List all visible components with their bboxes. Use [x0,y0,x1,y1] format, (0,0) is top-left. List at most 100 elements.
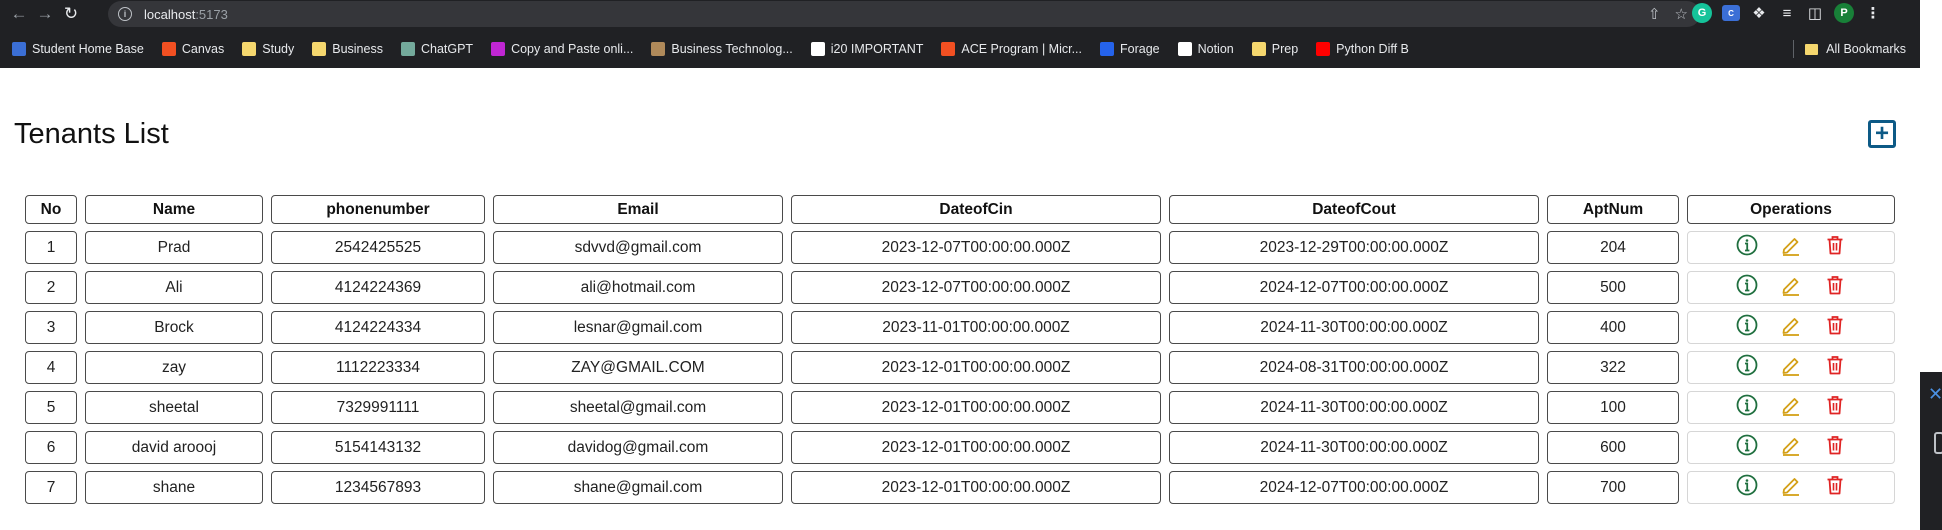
all-bookmarks-label: All Bookmarks [1826,42,1906,56]
bookmark-label: Study [262,42,295,56]
bookmark-item[interactable]: Business Technolog... [651,42,793,56]
info-button[interactable] [1736,274,1758,299]
edit-button[interactable] [1780,437,1802,459]
bookmark-item[interactable]: ChatGPT [400,42,473,56]
bookmarks-bar: Student Home Base Canvas Study Business Chat… [0,38,1920,60]
table-cell: 4124224334 [271,311,485,344]
table-cell: 4124224369 [271,271,485,304]
extensions-puzzle-icon[interactable]: ❖ [1750,3,1768,23]
side-panel-icon[interactable]: ◫ [1806,3,1824,23]
bookmark-label: ACE Program | Micr... [961,42,1082,56]
bookmark-icon [1177,42,1192,56]
table-row: 7 shane 1234567893 shane@gmail.com 2023-12-0… [25,471,1895,504]
delete-button[interactable] [1824,354,1846,381]
info-button[interactable] [1736,394,1758,419]
plus-square-icon: + [1874,120,1889,147]
profile-avatar[interactable]: P [1834,3,1854,23]
browser-menu-icon[interactable]: ⋮ [1864,3,1882,23]
table-cell: 322 [1547,351,1679,384]
bookmark-label: Business [332,42,383,56]
info-button[interactable] [1736,434,1758,459]
table-cell: 7 [25,471,77,504]
bookmark-item[interactable]: Notion [1177,42,1234,56]
table-cell: sheetal@gmail.com [493,391,783,424]
table-cell: 100 [1547,391,1679,424]
bookmark-icon [941,42,956,56]
media-control-icon[interactable]: ≡ [1778,3,1796,23]
address-bar[interactable]: i localhost:5173 ⇧ ☆ [108,1,1700,27]
trash-icon [1824,354,1846,381]
reload-icon[interactable]: ↻ [58,0,84,28]
tenants-table: No Name phonenumber Email DateofCin DateofCou… [17,188,1903,511]
info-button[interactable] [1736,314,1758,339]
edit-button[interactable] [1780,397,1802,419]
bookmark-label: i20 IMPORTANT [830,42,924,56]
table-cell: 1112223334 [271,351,485,384]
delete-button[interactable] [1824,476,1846,499]
add-tenant-button[interactable]: + [1868,120,1896,148]
bookmark-icon [491,42,506,56]
table-cell: sdvvd@gmail.com [493,231,783,264]
delete-button[interactable] [1824,396,1846,419]
back-arrow-icon[interactable]: ← [6,0,32,28]
operations-cell [1687,311,1895,344]
delete-button[interactable] [1824,314,1846,341]
bookmarks-divider [1793,40,1794,58]
bookmark-item[interactable]: Canvas [161,42,224,56]
operations-cell [1687,351,1895,384]
edit-button[interactable] [1780,277,1802,299]
table-cell: 5 [25,391,77,424]
bookmark-icon [651,42,666,56]
bookmark-label: Copy and Paste onli... [511,42,634,56]
edit-button[interactable] [1780,477,1802,499]
screen-extension-icon[interactable]: C [1722,5,1740,21]
edit-button[interactable] [1780,237,1802,259]
bookmark-icon [810,42,825,56]
panel-toggle-icon[interactable] [1934,432,1942,454]
pencil-icon [1780,434,1802,461]
edit-button[interactable] [1780,357,1802,379]
bookmark-item[interactable]: i20 IMPORTANT [810,42,924,56]
operations-cell [1687,391,1895,424]
trash-icon [1824,314,1846,341]
pencil-icon [1780,314,1802,341]
delete-button[interactable] [1824,236,1846,259]
forward-arrow-icon[interactable]: → [32,0,58,28]
table-cell: 2023-12-01T00:00:00.000Z [791,431,1161,464]
column-header: phonenumber [271,195,485,224]
grammarly-extension-icon[interactable]: G [1692,3,1712,23]
table-cell: 500 [1547,271,1679,304]
pencil-icon [1780,474,1802,501]
table-cell: ali@hotmail.com [493,271,783,304]
table-cell: 2 [25,271,77,304]
share-icon[interactable]: ⇧ [1648,5,1661,23]
bookmark-item[interactable]: Student Home Base [12,42,144,56]
table-row: 2 Ali 4124224369 ali@hotmail.com 2023-12-07T… [25,271,1895,304]
folder-icon [1805,43,1819,55]
bookmark-item[interactable]: ACE Program | Micr... [941,42,1082,56]
close-icon[interactable]: ✕ [1928,384,1942,405]
bookmark-star-icon[interactable]: ☆ [1675,5,1688,23]
browser-chrome: ← → ↻ i localhost:5173 ⇧ ☆ G C ❖ ≡ ◫ P ⋮… [0,0,1920,68]
column-header: Name [85,195,263,224]
delete-button[interactable] [1824,276,1846,299]
table-cell: 2024-11-30T00:00:00.000Z [1169,431,1539,464]
table-cell: 204 [1547,231,1679,264]
info-button[interactable] [1736,234,1758,259]
bookmark-item[interactable]: Python Diff B [1316,42,1409,56]
bookmark-item[interactable]: Copy and Paste onli... [491,42,633,56]
info-button[interactable] [1736,354,1758,379]
bookmark-item[interactable]: Forage [1100,42,1160,56]
all-bookmarks-button[interactable]: All Bookmarks [1805,38,1906,60]
site-info-icon[interactable]: i [118,7,132,21]
bookmark-item[interactable]: Business [312,42,383,56]
operations-cell [1687,431,1895,464]
bookmark-item[interactable]: Prep [1251,42,1298,56]
delete-button[interactable] [1824,436,1846,459]
table-cell: 2023-12-01T00:00:00.000Z [791,391,1161,424]
table-cell: 2024-12-07T00:00:00.000Z [1169,271,1539,304]
edit-button[interactable] [1780,317,1802,339]
operations-cell [1687,231,1895,264]
bookmark-item[interactable]: Study [242,42,294,56]
info-button[interactable] [1736,474,1758,499]
